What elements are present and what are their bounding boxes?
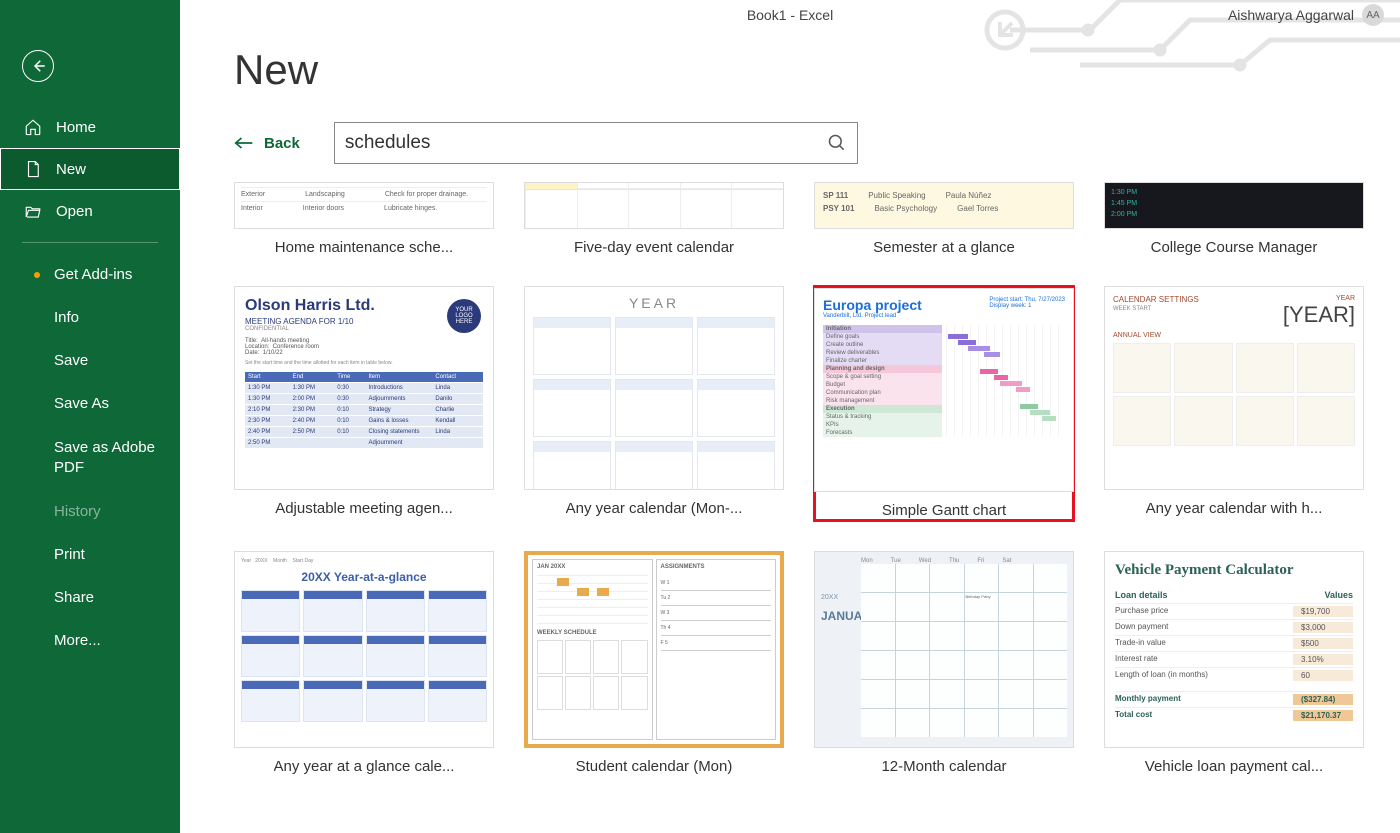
nav-save-adobe-pdf[interactable]: Save as Adobe PDF bbox=[0, 425, 180, 490]
search-icon[interactable] bbox=[827, 133, 847, 153]
nav-more[interactable]: More... bbox=[0, 619, 180, 662]
arrow-left-icon bbox=[234, 136, 254, 150]
back-button[interactable] bbox=[22, 50, 54, 82]
template-label: Home maintenance sche... bbox=[275, 239, 453, 256]
nav-save-as[interactable]: Save As bbox=[0, 382, 180, 425]
template-thumb: ExteriorLandscapingCheck for proper drai… bbox=[234, 182, 494, 229]
nav-save[interactable]: Save bbox=[0, 339, 180, 382]
template-thumb: CALENDAR SETTINGS WEEK START YEAR [YEAR]… bbox=[1104, 286, 1364, 490]
folder-open-icon bbox=[24, 202, 42, 220]
template-label: Student calendar (Mon) bbox=[576, 758, 733, 775]
nav-open[interactable]: Open bbox=[0, 190, 180, 232]
template-label: Any year at a glance cale... bbox=[274, 758, 455, 775]
backstage-sidebar: Home New Open Get Add-ins Info Save Save… bbox=[0, 0, 180, 833]
template-thumb: 1:30 PM1:45 PM2:00 PM bbox=[1104, 182, 1364, 229]
template-label: Any year calendar (Mon-... bbox=[566, 500, 743, 517]
page-title: New bbox=[234, 46, 1354, 94]
template-any-year-h[interactable]: CALENDAR SETTINGS WEEK START YEAR [YEAR]… bbox=[1104, 286, 1364, 521]
template-label: Any year calendar with h... bbox=[1146, 500, 1323, 517]
template-any-year-mon[interactable]: YEAR Any year calendar (Mon-... bbox=[524, 286, 784, 521]
search-input[interactable] bbox=[345, 132, 827, 154]
template-label: College Course Manager bbox=[1151, 239, 1318, 256]
template-label: Adjustable meeting agen... bbox=[275, 500, 453, 517]
template-thumb: Vehicle Payment Calculator Loan detailsV… bbox=[1104, 551, 1364, 748]
nav-share[interactable]: Share bbox=[0, 576, 180, 619]
search-row: Back bbox=[234, 122, 1354, 164]
template-student-calendar[interactable]: JAN 20XX WEEKLY SCHEDULE ASSIGNMENTS bbox=[524, 551, 784, 775]
template-thumb: MonTueWedThuFriSat 20XX JANUARY Birthday… bbox=[814, 551, 1074, 748]
template-thumb: SP 111Public SpeakingPaula Núñez PSY 101… bbox=[814, 182, 1074, 229]
template-label: Semester at a glance bbox=[873, 239, 1015, 256]
search-box[interactable] bbox=[334, 122, 858, 164]
nav-home[interactable]: Home bbox=[0, 106, 180, 148]
template-year-at-a-glance[interactable]: Year 20XX Month Start Day 20XX Year-at-a… bbox=[234, 551, 494, 775]
nav-new[interactable]: New bbox=[0, 148, 180, 190]
search-back-button[interactable]: Back bbox=[234, 135, 300, 152]
template-meeting-agenda[interactable]: YOUR LOGO HERE Olson Harris Ltd. MEETING… bbox=[234, 286, 494, 521]
template-label: 12-Month calendar bbox=[881, 758, 1006, 775]
home-icon bbox=[24, 118, 42, 136]
main-content: New Back ExteriorLandscapingCheck for pr… bbox=[180, 0, 1400, 833]
template-thumb bbox=[524, 182, 784, 229]
template-thumb: YEAR bbox=[524, 286, 784, 490]
nav-info[interactable]: Info bbox=[0, 296, 180, 339]
nav-separator bbox=[22, 242, 158, 243]
template-home-maintenance[interactable]: ExteriorLandscapingCheck for proper drai… bbox=[234, 182, 494, 256]
template-thumb: Europa project Vanderbilt, Ltd. Project … bbox=[814, 288, 1074, 492]
template-vehicle-loan[interactable]: Vehicle Payment Calculator Loan detailsV… bbox=[1104, 551, 1364, 775]
nav-history: History bbox=[0, 490, 180, 533]
template-thumb: YOUR LOGO HERE Olson Harris Ltd. MEETING… bbox=[234, 286, 494, 490]
template-thumb: Year 20XX Month Start Day 20XX Year-at-a… bbox=[234, 551, 494, 748]
template-label: Five-day event calendar bbox=[574, 239, 734, 256]
nav-print[interactable]: Print bbox=[0, 533, 180, 576]
template-simple-gantt[interactable]: Europa project Vanderbilt, Ltd. Project … bbox=[814, 286, 1074, 521]
template-label: Simple Gantt chart bbox=[882, 502, 1006, 519]
template-label: Vehicle loan payment cal... bbox=[1145, 758, 1323, 775]
template-grid: ExteriorLandscapingCheck for proper drai… bbox=[234, 182, 1354, 775]
template-12-month[interactable]: MonTueWedThuFriSat 20XX JANUARY Birthday… bbox=[814, 551, 1074, 775]
template-college-course[interactable]: 1:30 PM1:45 PM2:00 PM College Course Man… bbox=[1104, 182, 1364, 256]
nav-get-addins[interactable]: Get Add-ins bbox=[0, 253, 180, 296]
template-thumb: JAN 20XX WEEKLY SCHEDULE ASSIGNMENTS bbox=[524, 551, 784, 748]
arrow-left-icon bbox=[29, 57, 47, 75]
document-icon bbox=[24, 160, 42, 178]
template-five-day[interactable]: Five-day event calendar bbox=[524, 182, 784, 256]
template-semester[interactable]: SP 111Public SpeakingPaula Núñez PSY 101… bbox=[814, 182, 1074, 256]
